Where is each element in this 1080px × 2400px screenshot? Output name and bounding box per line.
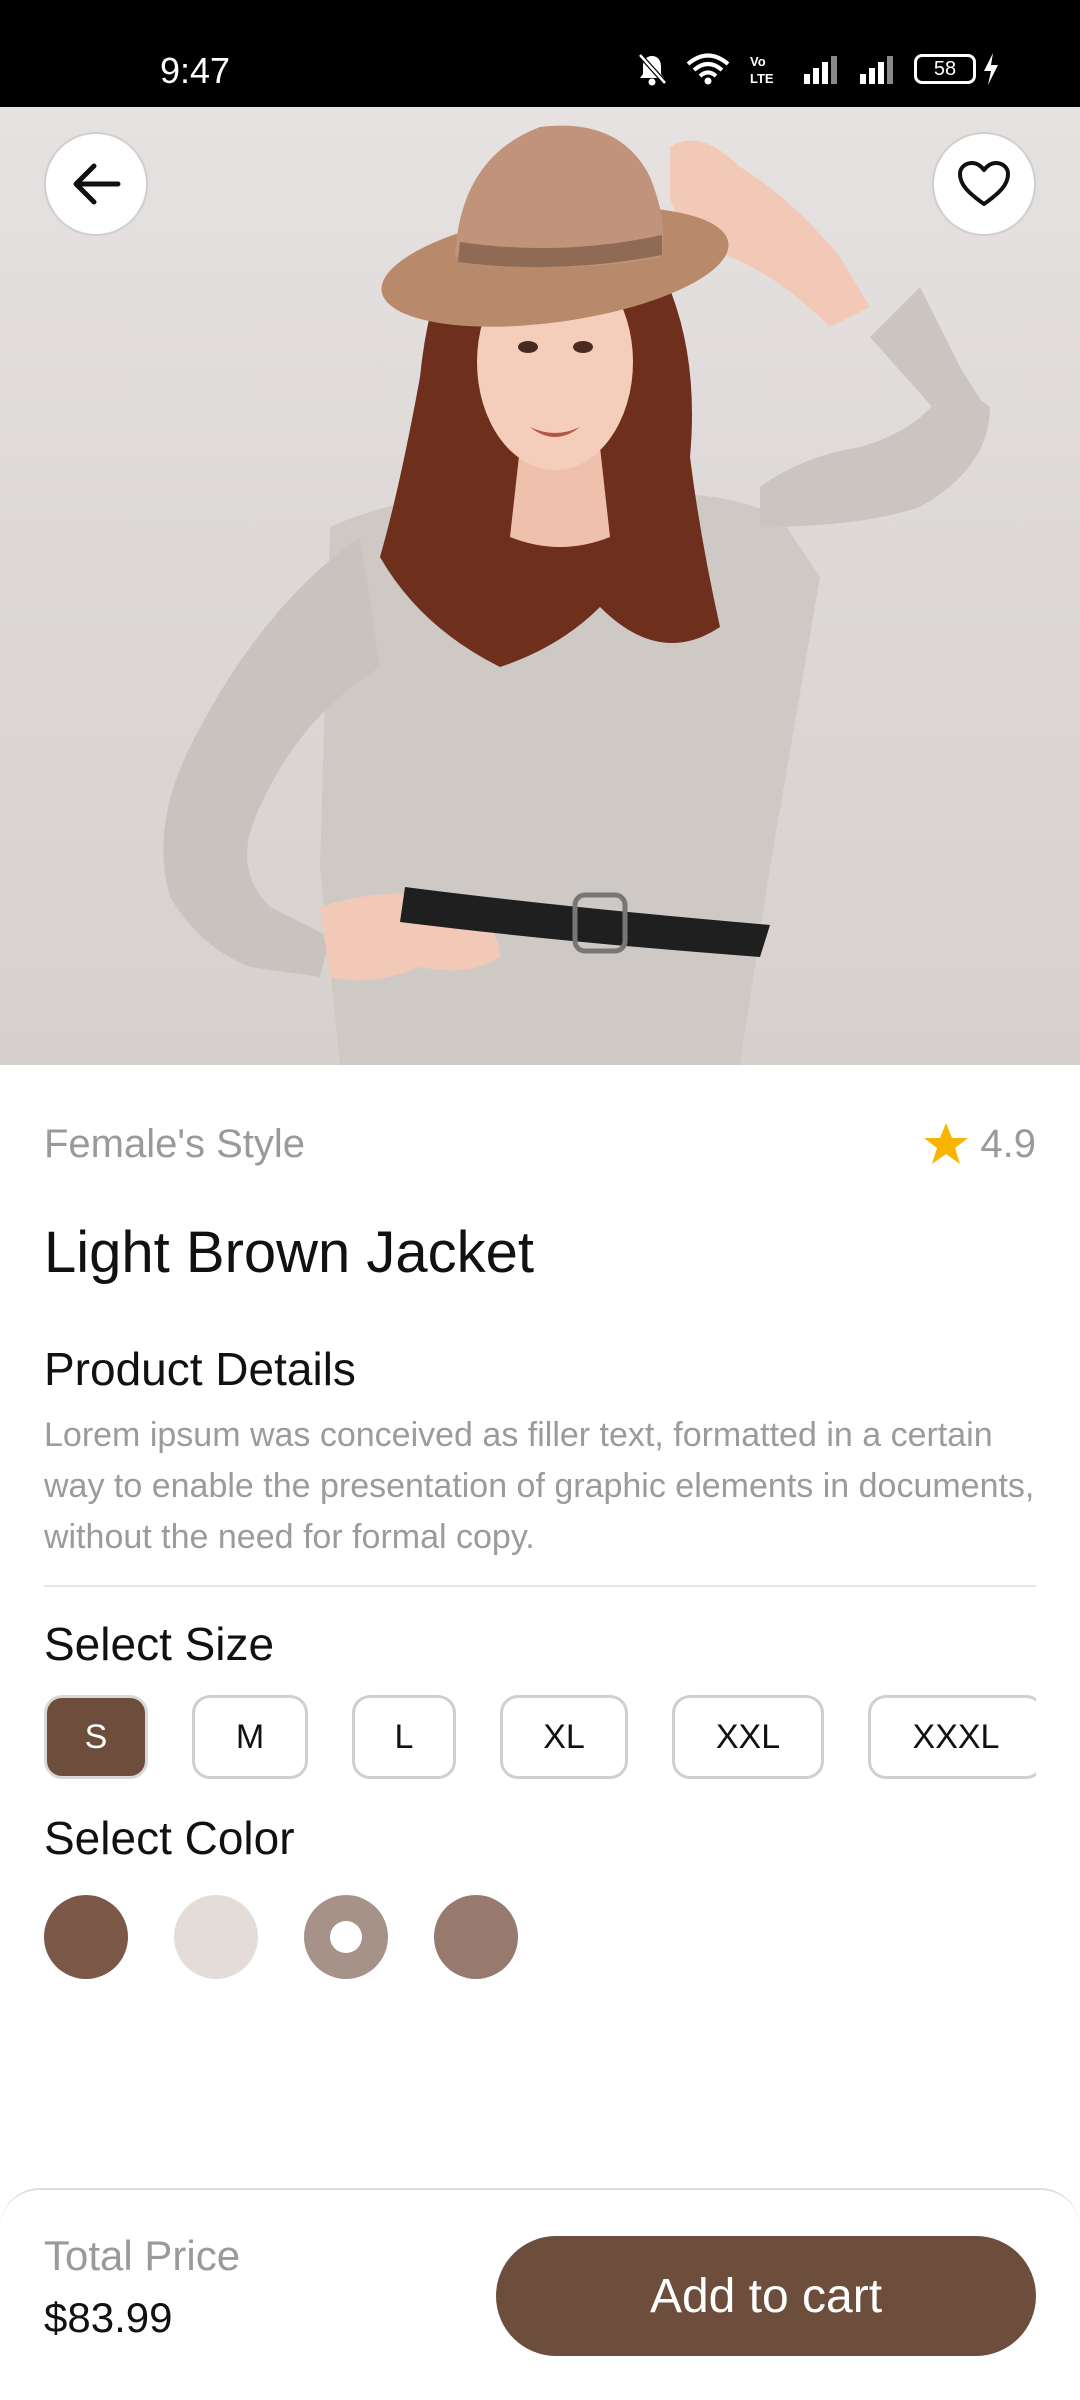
- charging-icon: [984, 53, 998, 85]
- back-button[interactable]: [44, 132, 148, 236]
- star-icon: [924, 1123, 969, 1164]
- product-description: Lorem ipsum was conceived as filler text…: [44, 1416, 1035, 1556]
- svg-text:Vo: Vo: [750, 54, 766, 69]
- rating-value: 4.9: [980, 1121, 1036, 1166]
- color-swatch-mocha[interactable]: [434, 1895, 518, 1979]
- volte-icon: Vo LTE: [750, 54, 774, 86]
- signal-icon-2: [860, 56, 893, 84]
- color-swatch-dark-brown[interactable]: [44, 1895, 128, 1979]
- status-time: 9:47: [160, 50, 231, 91]
- color-swatch-light-beige[interactable]: [174, 1895, 258, 1979]
- color-swatch-taupe[interactable]: [304, 1895, 388, 1979]
- add-to-cart-button[interactable]: Add to cart: [496, 2236, 1036, 2356]
- size-selector: S M L XL XXL XXXL: [44, 1695, 1036, 1779]
- product-image: [0, 107, 1080, 1065]
- select-color-heading: Select Color: [44, 1812, 295, 1864]
- status-bar: 9:47 Vo LTE 58: [0, 0, 1080, 107]
- select-size-heading: Select Size: [44, 1618, 275, 1670]
- model-photo: [163, 125, 990, 1065]
- status-icons: Vo LTE 58: [636, 52, 1000, 86]
- checkout-bar: Total Price $83.99 Add to cart: [0, 2188, 1080, 2400]
- product-info: Female's Style 4.9 Light Brown Jacket Pr…: [44, 1065, 1036, 1979]
- arrow-left-icon: [73, 163, 121, 205]
- favorite-button[interactable]: [932, 132, 1036, 236]
- total-price-label: Total Price: [44, 2232, 241, 2279]
- wifi-icon: [686, 53, 730, 85]
- size-option-m[interactable]: M: [192, 1695, 308, 1779]
- bell-muted-icon: [638, 53, 667, 86]
- battery-level: 58: [914, 54, 976, 84]
- total-price-value: $83.99: [44, 2294, 173, 2341]
- product-rating: 4.9: [922, 1121, 1036, 1167]
- product-category: Female's Style: [44, 1121, 306, 1166]
- size-option-xl[interactable]: XL: [500, 1695, 628, 1779]
- product-details-heading: Product Details: [44, 1343, 356, 1395]
- divider: [44, 1585, 1036, 1587]
- size-option-s[interactable]: S: [44, 1695, 148, 1779]
- size-option-xxxl[interactable]: XXXL: [868, 1695, 1036, 1779]
- product-title: Light Brown Jacket: [44, 1220, 535, 1285]
- svg-text:LTE: LTE: [750, 71, 774, 86]
- signal-icon-1: [804, 56, 837, 84]
- size-option-l[interactable]: L: [352, 1695, 456, 1779]
- size-option-xxl[interactable]: XXL: [672, 1695, 824, 1779]
- color-selector: [44, 1895, 1036, 1979]
- battery-indicator: 58: [914, 53, 1000, 85]
- category-row: Female's Style 4.9: [44, 1121, 1036, 1167]
- heart-outline-icon: [958, 161, 1010, 206]
